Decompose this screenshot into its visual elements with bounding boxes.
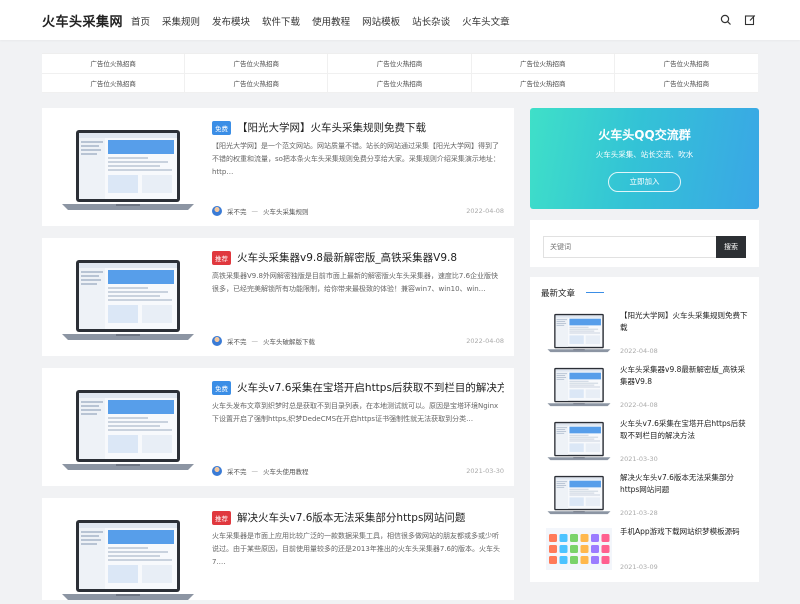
post-excerpt: 高铁采集器V9.8外网解密独版是目前市面上最新的解密版火车头采集器，速度比7.6… [212, 272, 499, 293]
tag-free-badge: 免费 [212, 380, 231, 395]
author-avatar [212, 206, 222, 216]
site-logo[interactable]: 火车头采集网 [42, 11, 123, 30]
heading-underline [586, 292, 604, 293]
post-thumbnail[interactable] [60, 516, 196, 604]
post-title[interactable]: 【阳光大学网】火车头采集规则免费下载 [237, 120, 426, 135]
post-author[interactable]: 采不完 [227, 466, 247, 476]
recent-article-thumbnail[interactable] [546, 312, 612, 354]
ad-slot[interactable]: 广告位火热招商 [614, 54, 758, 74]
recent-article-item[interactable]: 火车头采集器v9.8最新解密版_高铁采集器V9.8 2022-04-08 [546, 364, 751, 416]
post-card: 免费 火车头v7.6采集在宝塔开启https后获取不到栏目的解决方法 火车头发布… [42, 368, 514, 486]
recent-articles-heading: 最新文章 [541, 289, 576, 299]
nav-item-talk[interactable]: 站长杂谈 [412, 14, 450, 28]
post-date: 2021-03-30 [466, 467, 504, 475]
post-title[interactable]: 火车头v7.6采集在宝塔开启https后获取不到栏目的解决方法 [237, 380, 504, 395]
nav-item-software[interactable]: 软件下载 [262, 14, 300, 28]
nav-item-articles[interactable]: 火车头文章 [462, 14, 510, 28]
search-button[interactable]: 搜索 [716, 236, 746, 258]
recent-article-thumbnail[interactable] [546, 366, 612, 408]
recent-article-title[interactable]: 解决火车头v7.6版本无法采集部分https网站问题 [620, 472, 750, 496]
post-excerpt: 火车头发布文章到织梦时总是获取不到目录列表，在本地测试就可以。原因是宝塔环境Ng… [212, 402, 499, 423]
recent-article-date: 2021-03-30 [620, 455, 658, 463]
author-avatar [212, 336, 222, 346]
recent-article-thumbnail[interactable] [546, 420, 612, 462]
search-input[interactable] [543, 236, 716, 258]
nav-item-rules[interactable]: 采集规则 [162, 14, 200, 28]
qq-group-subtitle: 火车头采集、站长交流、吹水 [595, 150, 694, 159]
recent-article-date: 2021-03-09 [620, 563, 658, 571]
ad-slot[interactable]: 广告位火热招商 [328, 73, 472, 93]
main-nav: 首页 采集规则 发布模块 软件下载 使用教程 网站模板 站长杂谈 火车头文章 [131, 14, 522, 28]
ad-slot[interactable]: 广告位火热招商 [185, 54, 329, 74]
post-title[interactable]: 解决火车头v7.6版本无法采集部分https网站问题 [237, 510, 465, 525]
nav-item-home[interactable]: 首页 [131, 14, 150, 28]
tag-hot-badge: 推荐 [212, 510, 231, 525]
recent-article-item[interactable]: 解决火车头v7.6版本无法采集部分https网站问题 2021-03-28 [546, 472, 751, 524]
search-widget: 搜索 [530, 220, 759, 267]
ad-slot[interactable]: 广告位火热招商 [328, 54, 472, 74]
site-header: 火车头采集网 首页 采集规则 发布模块 软件下载 使用教程 网站模板 站长杂谈 … [0, 0, 800, 40]
meta-separator: — [251, 207, 259, 215]
meta-separator: — [251, 337, 259, 345]
nav-item-templates[interactable]: 网站模板 [362, 14, 400, 28]
post-card: 推荐 火车头采集器v9.8最新解密版_高铁采集器V9.8 高铁采集器V9.8外网… [42, 238, 514, 356]
recent-article-date: 2022-04-08 [620, 401, 658, 409]
post-category[interactable]: 火车头使用教程 [263, 466, 309, 476]
ad-slot[interactable]: 广告位火热招商 [185, 73, 329, 93]
recent-article-item[interactable]: 【阳光大学网】火车头采集规则免费下载 2022-04-08 [546, 310, 751, 362]
recent-article-title[interactable]: 火车头v7.6采集在宝塔开启https后获取不到栏目的解决方法 [620, 418, 750, 442]
post-category[interactable]: 火车头采集规则 [263, 206, 309, 216]
recent-article-title[interactable]: 手机App游戏下载网站织梦模板源码 [620, 526, 750, 538]
post-date: 2022-04-08 [466, 207, 504, 215]
post-author[interactable]: 采不完 [227, 206, 247, 216]
post-thumbnail[interactable] [60, 126, 196, 214]
recent-article-title[interactable]: 【阳光大学网】火车头采集规则免费下载 [620, 310, 750, 334]
nav-item-tutorial[interactable]: 使用教程 [312, 14, 350, 28]
post-card: 免费 【阳光大学网】火车头采集规则免费下载 【阳光大学网】是一个范文网站。网站质… [42, 108, 514, 226]
recent-article-thumbnail[interactable] [546, 528, 612, 570]
recent-article-date: 2022-04-08 [620, 347, 658, 355]
recent-article-thumbnail[interactable] [546, 474, 612, 516]
ad-grid: 广告位火热招商 广告位火热招商 广告位火热招商 广告位火热招商 广告位火热招商 … [42, 53, 758, 93]
post-date: 2022-04-08 [466, 337, 504, 345]
qq-group-title: 火车头QQ交流群 [598, 128, 691, 142]
author-avatar [212, 466, 222, 476]
ad-slot[interactable]: 广告位火热招商 [471, 54, 615, 74]
join-now-button[interactable]: 立即加入 [608, 172, 681, 192]
recent-article-item[interactable]: 火车头v7.6采集在宝塔开启https后获取不到栏目的解决方法 2021-03-… [546, 418, 751, 470]
post-meta: 采不完 — 火车头使用教程 2021-03-30 [212, 466, 504, 476]
qq-group-banner: 火车头QQ交流群 火车头采集、站长交流、吹水 立即加入 [530, 108, 759, 209]
tag-free-badge: 免费 [212, 120, 231, 135]
recent-article-title[interactable]: 火车头采集器v9.8最新解密版_高铁采集器V9.8 [620, 364, 750, 388]
post-thumbnail[interactable] [60, 386, 196, 474]
post-title[interactable]: 火车头采集器v9.8最新解密版_高铁采集器V9.8 [237, 250, 457, 265]
edit-icon[interactable] [744, 14, 756, 26]
meta-separator: — [251, 467, 259, 475]
nav-item-publish[interactable]: 发布模块 [212, 14, 250, 28]
recent-article-date: 2021-03-28 [620, 509, 658, 517]
ad-slot[interactable]: 广告位火热招商 [42, 73, 186, 93]
post-meta: 采不完 — 火车头破解版下载 2022-04-08 [212, 336, 504, 346]
post-excerpt: 【阳光大学网】是一个范文网站。网站质量不错。站长的网站通过采集【阳光大学网】得到… [212, 142, 500, 176]
ad-slot[interactable]: 广告位火热招商 [614, 74, 758, 93]
post-excerpt: 火车采集器是市面上应用比较广泛的一款数据采集工具，相信很多做网站的朋友都或多或少… [212, 532, 500, 566]
tag-hot-badge: 推荐 [212, 250, 231, 265]
search-icon[interactable] [720, 14, 732, 26]
recent-article-item[interactable]: 手机App游戏下载网站织梦模板源码 2021-03-09 [546, 526, 751, 578]
ad-slot[interactable]: 广告位火热招商 [42, 54, 186, 74]
post-category[interactable]: 火车头破解版下载 [263, 336, 315, 346]
recent-articles-widget: 最新文章 【阳光大学网】火车头采集规则免费下载 2022-04-08 火车头采集… [530, 277, 759, 582]
post-author[interactable]: 采不完 [227, 336, 247, 346]
post-card: 推荐 解决火车头v7.6版本无法采集部分https网站问题 火车采集器是市面上应… [42, 498, 514, 600]
post-meta: 采不完 — 火车头采集规则 2022-04-08 [212, 206, 504, 216]
post-thumbnail[interactable] [60, 256, 196, 344]
ad-slot[interactable]: 广告位火热招商 [471, 73, 615, 93]
